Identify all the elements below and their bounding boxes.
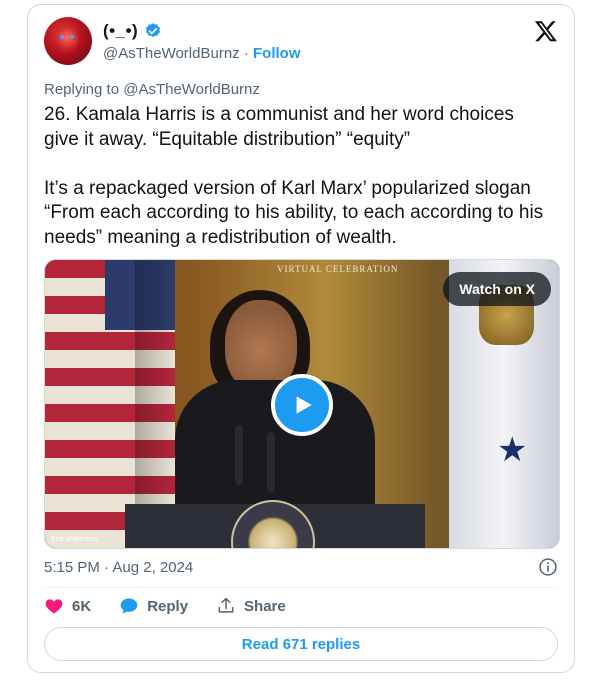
video-banner-text: VIRTUAL CELEBRATION xyxy=(277,264,399,274)
like-count: 6K xyxy=(72,597,92,615)
reply-button[interactable]: Reply xyxy=(119,596,188,616)
info-icon[interactable] xyxy=(538,557,558,577)
replying-to: Replying to @AsTheWorldBurnz xyxy=(44,81,260,98)
flag-star-icon: ★ xyxy=(497,431,528,469)
verified-badge-icon xyxy=(146,23,161,38)
tweet-card: (•_•) @AsTheWorldBurnz · Follow Replying… xyxy=(27,4,575,673)
read-replies-button[interactable]: Read 671 replies xyxy=(44,627,558,661)
microphone xyxy=(235,425,243,485)
play-icon xyxy=(296,396,312,414)
author-display-name[interactable]: (•_•) xyxy=(103,21,138,41)
x-logo-icon[interactable] xyxy=(534,19,558,43)
share-icon xyxy=(218,597,234,613)
avatar-face xyxy=(56,27,78,53)
avatar[interactable] xyxy=(44,17,92,65)
video-player[interactable]: ★ VIRTUAL CELEBRATION End Wokeness Watch… xyxy=(44,259,560,549)
play-button[interactable] xyxy=(271,374,333,436)
watch-on-x-button[interactable]: Watch on X xyxy=(443,272,551,306)
microphone xyxy=(267,432,275,492)
share-button[interactable]: Share xyxy=(216,596,286,616)
author-name-row: (•_•) xyxy=(103,21,162,41)
like-button[interactable]: 6K xyxy=(44,596,91,616)
tweet-timestamp[interactable]: 5:15 PM · Aug 2, 2024 xyxy=(44,559,193,576)
action-bar: 6K Reply Share xyxy=(44,596,314,616)
avatar-eye-left xyxy=(60,35,64,39)
follow-button[interactable]: Follow xyxy=(253,45,301,62)
reply-bubble-icon xyxy=(120,598,138,614)
author-handle[interactable]: @AsTheWorldBurnz xyxy=(103,45,240,62)
avatar-eye-right xyxy=(70,35,74,39)
tweet-text: 26. Kamala Harris is a communist and her… xyxy=(44,104,544,248)
reply-label: Reply xyxy=(147,597,189,615)
video-watermark: End Wokeness xyxy=(51,536,98,543)
replying-prefix: Replying to xyxy=(44,81,124,98)
divider xyxy=(44,587,558,588)
replying-handle[interactable]: @AsTheWorldBurnz xyxy=(123,81,260,98)
share-label: Share xyxy=(244,597,286,615)
heart-icon xyxy=(45,599,63,614)
author-handle-row: @AsTheWorldBurnz · Follow xyxy=(103,45,301,62)
handle-separator: · xyxy=(239,45,254,62)
